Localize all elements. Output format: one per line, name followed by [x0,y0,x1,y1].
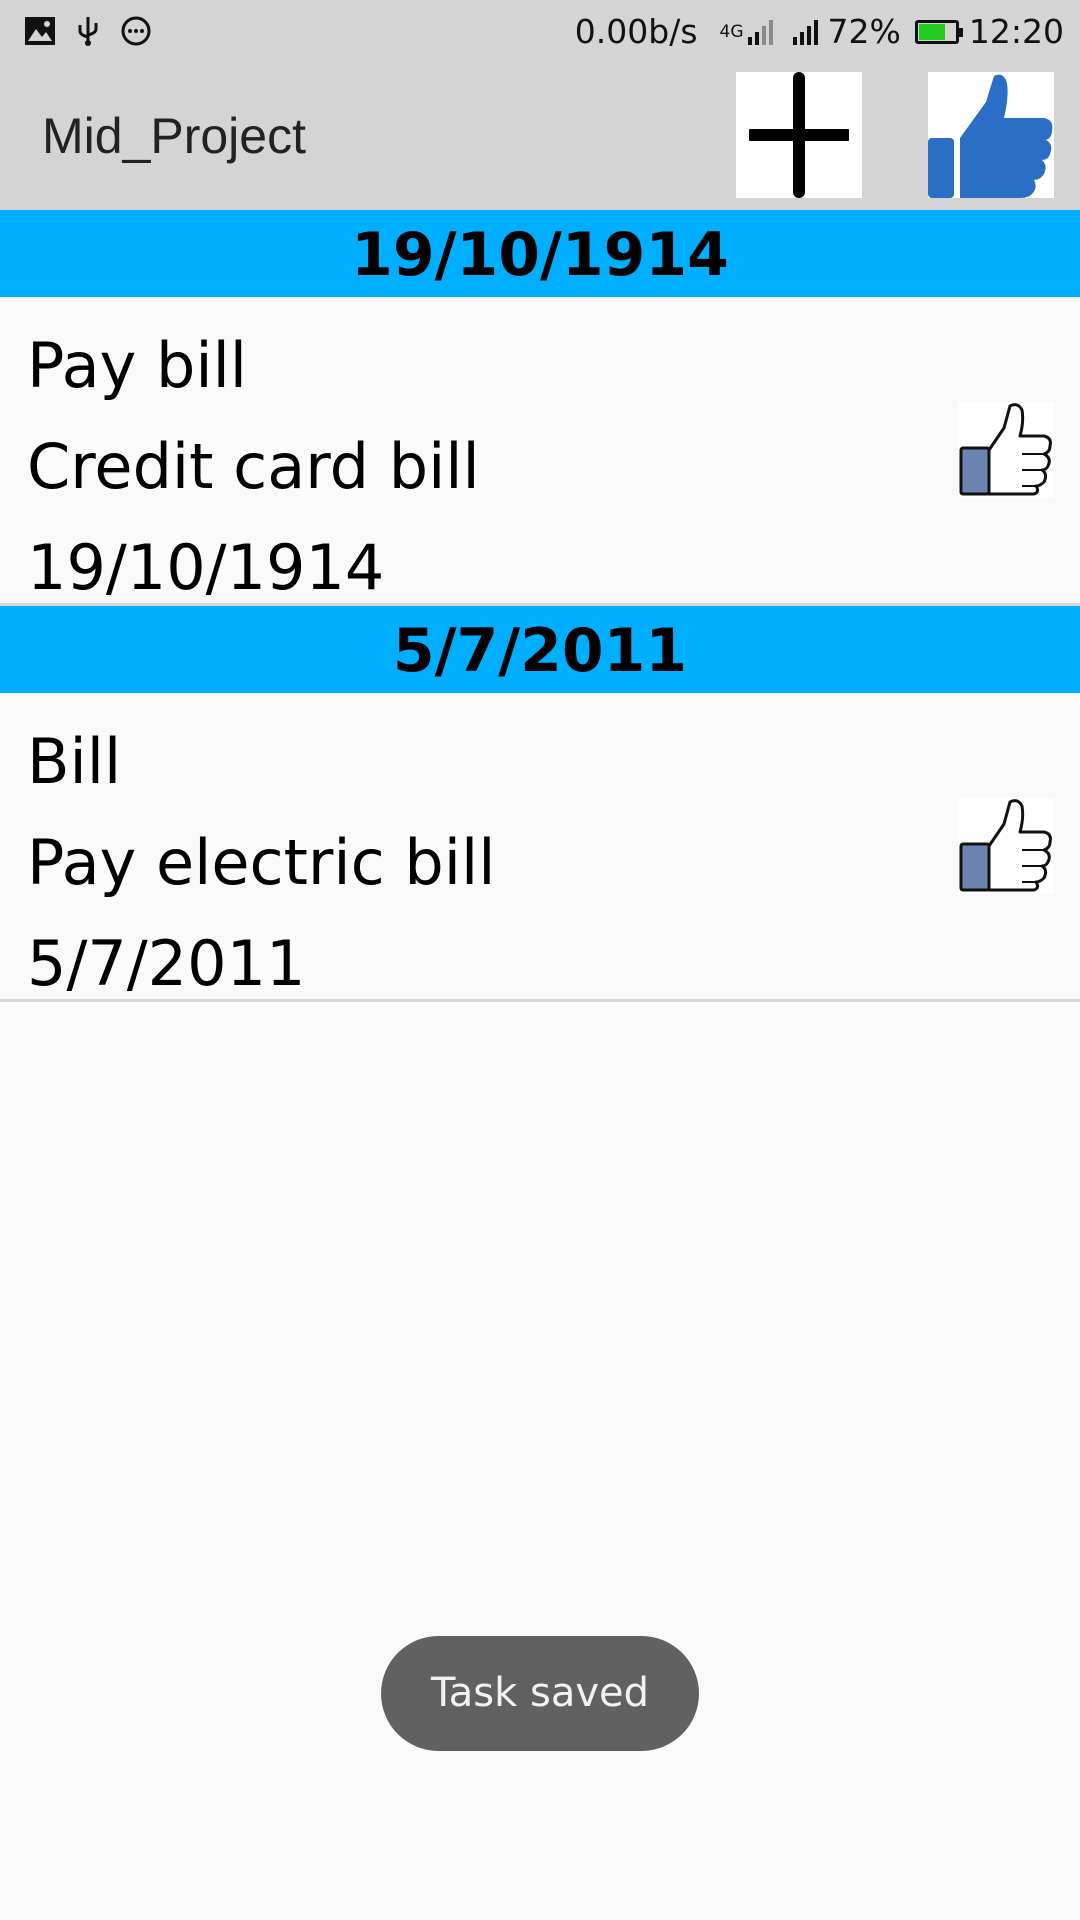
task-item[interactable]: Pay bill Credit card bill 19/10/1914 [0,297,1080,606]
usb-icon [78,17,98,46]
screen: 0.00b/s 4G 72% 12:20 Mid_Project 19/10/1… [0,0,1080,1920]
task-description: Credit card bill [27,430,480,503]
clock: 12:20 [968,12,1064,51]
image-icon [25,17,55,45]
signal-icon [792,19,818,45]
task-title: Pay bill [27,329,248,402]
status-bar: 0.00b/s 4G 72% 12:20 [0,0,1080,63]
thumbs-up-icon [928,74,1053,198]
thumbs-up-outline-icon[interactable] [958,798,1054,894]
toast-message: Task saved [381,1636,699,1751]
task-description: Pay electric bill [27,826,496,899]
task-date: 19/10/1914 [27,531,385,604]
add-task-button[interactable] [736,72,862,198]
task-title: Bill [27,725,122,798]
signal-4g-icon [747,19,773,45]
status-system-info: 0.00b/s 4G 72% 12:20 [575,0,1064,63]
app-title: Mid_Project [42,108,306,164]
battery-fill [918,23,945,40]
battery-percent: 72% [827,12,901,51]
add-icon [749,72,849,198]
section-header-date: 5/7/2011 [0,606,1080,693]
thumbs-up-outline-icon[interactable] [958,402,1054,498]
section-header-date: 19/10/1914 [0,210,1080,297]
net-speed: 0.00b/s [574,12,698,51]
battery-icon [914,19,963,44]
task-date: 5/7/2011 [27,927,306,1000]
more-icon [121,16,151,46]
network-type: 4G [719,21,744,42]
app-bar: Mid_Project [0,63,1080,210]
like-button[interactable] [928,72,1054,198]
task-list: 19/10/1914 Pay bill Credit card bill 19/… [0,210,1080,1002]
task-item[interactable]: Bill Pay electric bill 5/7/2011 [0,693,1080,1002]
status-notification-icons [24,13,152,49]
